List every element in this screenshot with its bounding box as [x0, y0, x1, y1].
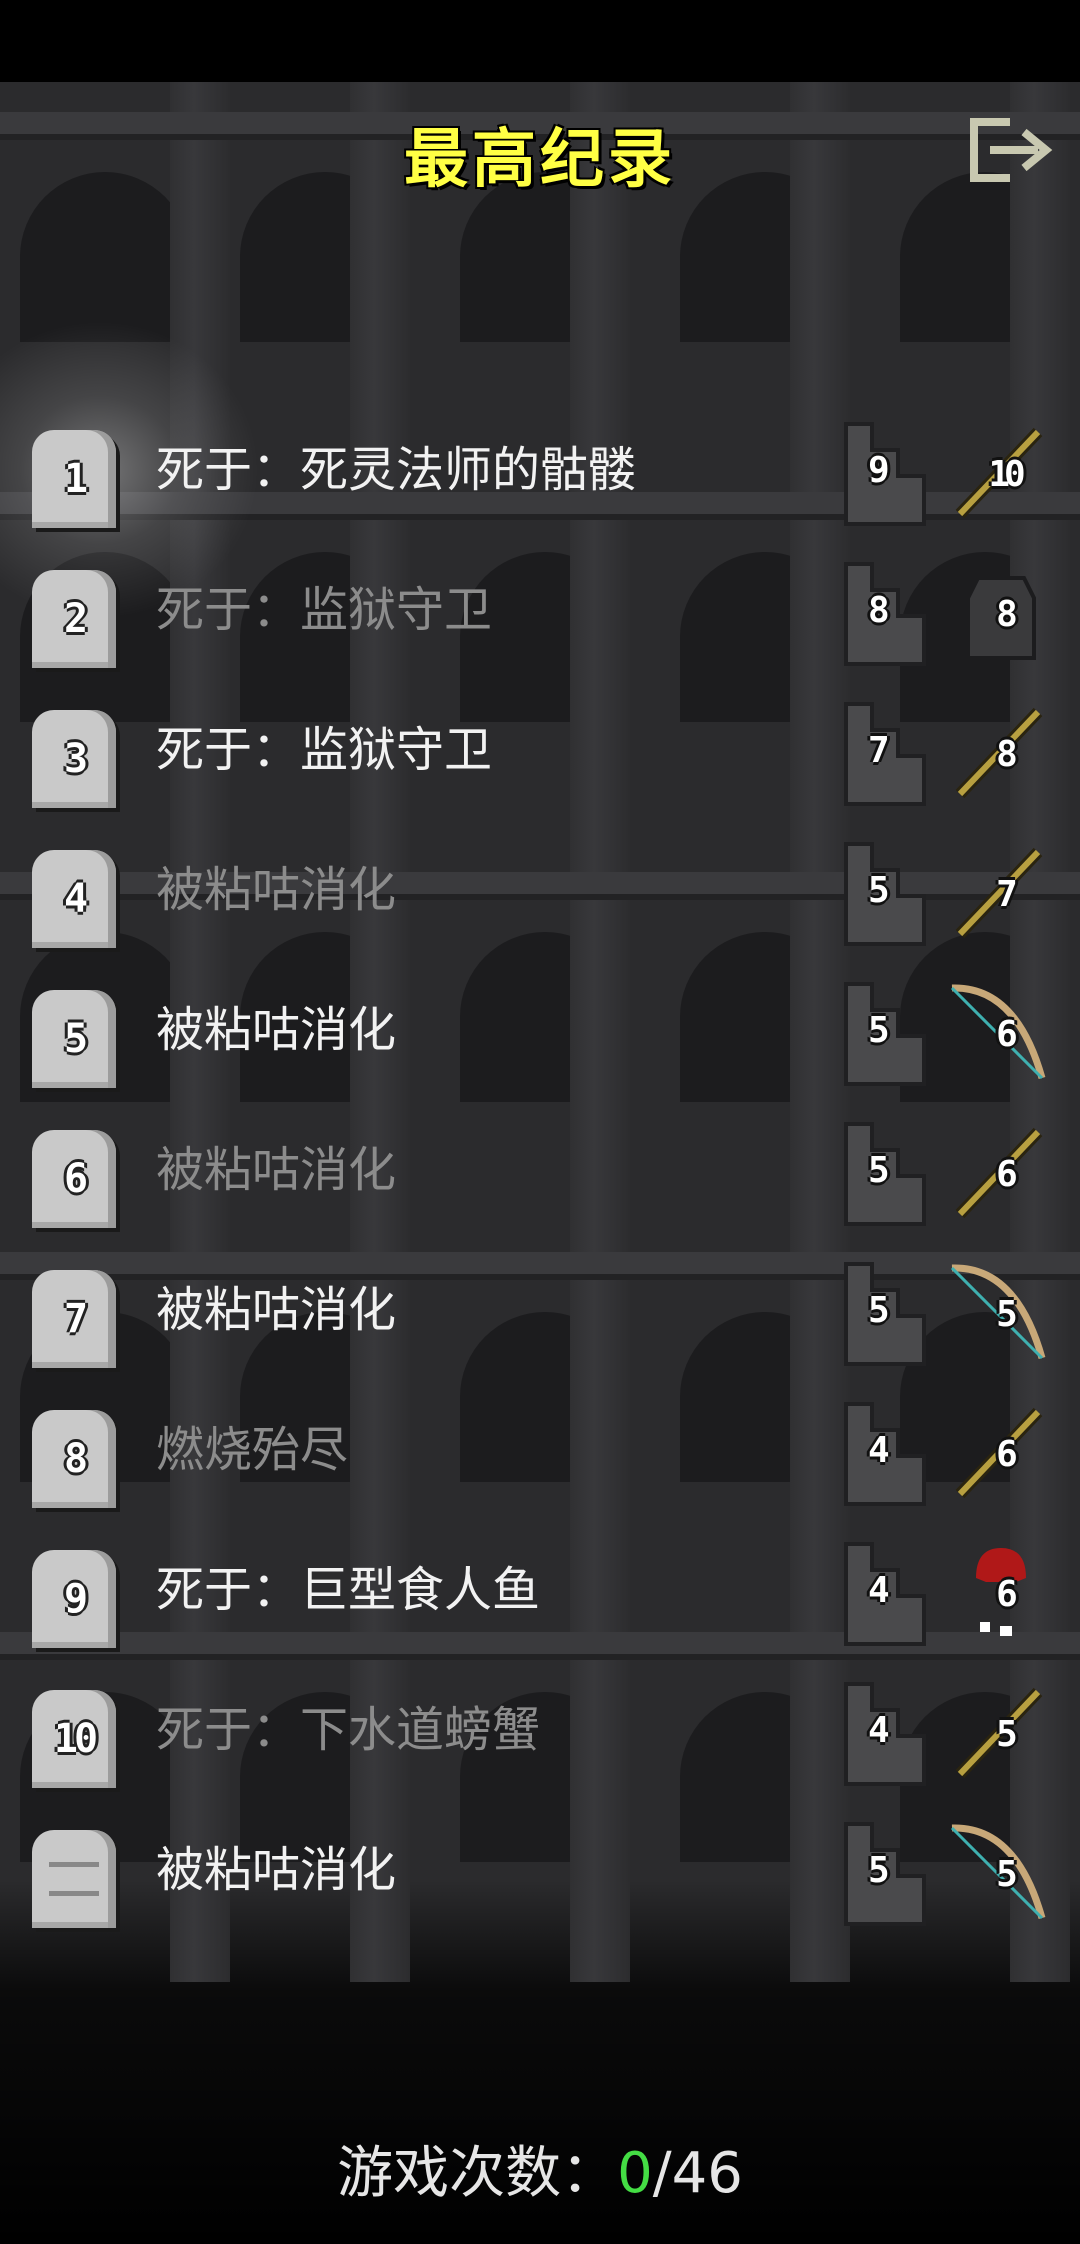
item-level: 5 [996, 1714, 1018, 1755]
item-level: 10 [988, 454, 1025, 495]
depth-icon: 5 [842, 840, 934, 948]
depth-value: 5 [868, 870, 890, 911]
record-row[interactable]: 2 死于：监狱守卫 8 8 [0, 540, 1080, 680]
depth-icon: 5 [842, 1120, 934, 1228]
item-level: 5 [996, 1294, 1018, 1335]
depth-value: 5 [868, 1010, 890, 1051]
depth-value: 5 [868, 1290, 890, 1331]
record-rank: 6 [63, 1156, 88, 1202]
depth-value: 5 [868, 1850, 890, 1891]
depth-value: 5 [868, 1150, 890, 1191]
record-rank: 5 [63, 1016, 88, 1062]
bow-icon: 5 [946, 1818, 1056, 1930]
depth-icon: 7 [842, 700, 934, 808]
record-rank: 1 [63, 456, 88, 502]
depth-icon: 4 [842, 1680, 934, 1788]
wand-icon: 6 [946, 1118, 1056, 1230]
item-level: 7 [996, 874, 1018, 915]
record-rank: 9 [63, 1576, 88, 1622]
item-level: 6 [996, 1434, 1018, 1475]
rankings-screen: 最高纪录 1 死于：死灵法师的骷髅 9 10 2 死于：监狱守卫 8 8 3 死于：监狱守卫 7 8 4… [0, 0, 1080, 2244]
depth-icon: 5 [842, 1820, 934, 1928]
page-title: 最高纪录 [404, 123, 676, 197]
death-cause: 死于：下水道螃蟹 [156, 1702, 541, 1758]
bow-icon: 5 [946, 1258, 1056, 1370]
games-total: /46 [652, 2141, 743, 2206]
depth-value: 4 [868, 1570, 890, 1611]
unranked-mark [49, 1862, 99, 1896]
depth-icon: 4 [842, 1540, 934, 1648]
item-level: 6 [996, 1154, 1018, 1195]
death-cause: 死于：巨型食人鱼 [156, 1562, 541, 1618]
record-row[interactable]: 被粘咕消化 5 5 [0, 1800, 1080, 1940]
record-rank: 10 [53, 1716, 98, 1762]
item-level: 5 [996, 1854, 1018, 1895]
depth-icon: 8 [842, 560, 934, 668]
depth-value: 8 [868, 590, 890, 631]
record-row[interactable]: 4 被粘咕消化 5 7 [0, 820, 1080, 960]
tombstone-icon: 5 [32, 990, 116, 1088]
tombstone-icon: 7 [32, 1270, 116, 1368]
depth-icon: 4 [842, 1400, 934, 1508]
death-cause: 死于：监狱守卫 [156, 722, 493, 778]
death-cause: 被粘咕消化 [156, 1142, 397, 1198]
tombstone-icon: 8 [32, 1410, 116, 1508]
record-row[interactable]: 3 死于：监狱守卫 7 8 [0, 680, 1080, 820]
record-row[interactable]: 7 被粘咕消化 5 5 [0, 1240, 1080, 1380]
armor-icon: 8 [946, 558, 1056, 670]
depth-value: 4 [868, 1710, 890, 1751]
wand-icon: 7 [946, 838, 1056, 950]
item-level: 8 [996, 734, 1018, 775]
death-cause: 被粘咕消化 [156, 1282, 397, 1338]
exit-icon [970, 118, 1053, 182]
death-cause: 被粘咕消化 [156, 862, 397, 918]
record-rank: 4 [63, 876, 88, 922]
games-label: 游戏次数： [337, 2141, 618, 2206]
record-rank: 8 [63, 1436, 88, 1482]
bow-icon: 6 [946, 978, 1056, 1090]
tombstone-icon: 2 [32, 570, 116, 668]
record-row[interactable]: 9 死于：巨型食人鱼 4 6 [0, 1520, 1080, 1660]
tombstone-icon: 10 [32, 1690, 116, 1788]
record-row[interactable]: 8 燃烧殆尽 4 6 [0, 1380, 1080, 1520]
depth-icon: 9 [842, 420, 934, 528]
tombstone-icon: 4 [32, 850, 116, 948]
tombstone-icon: 6 [32, 1130, 116, 1228]
death-cause: 燃烧殆尽 [156, 1422, 349, 1478]
tombstone-icon: 1 [32, 430, 116, 528]
death-cause: 被粘咕消化 [156, 1842, 397, 1898]
record-rank: 3 [63, 736, 88, 782]
record-rank: 7 [63, 1296, 88, 1342]
death-cause: 被粘咕消化 [156, 1002, 397, 1058]
tombstone-icon [32, 1830, 116, 1928]
death-cause: 死于：死灵法师的骷髅 [156, 442, 637, 498]
exit-button[interactable] [966, 116, 1062, 188]
record-row[interactable]: 10 死于：下水道螃蟹 4 5 [0, 1660, 1080, 1800]
death-cause: 死于：监狱守卫 [156, 582, 493, 638]
wand-icon: 8 [946, 698, 1056, 810]
depth-icon: 5 [842, 1260, 934, 1368]
potion-icon: 6 [946, 1538, 1056, 1650]
games-played: 游戏次数：0/46 [0, 2128, 1080, 2209]
depth-value: 7 [868, 730, 890, 771]
item-level: 8 [996, 594, 1018, 635]
wand-icon: 5 [946, 1678, 1056, 1790]
depth-value: 4 [868, 1430, 890, 1471]
wand-icon: 6 [946, 1398, 1056, 1510]
record-rank: 2 [63, 596, 88, 642]
record-row[interactable]: 5 被粘咕消化 5 6 [0, 960, 1080, 1100]
item-level: 6 [996, 1014, 1018, 1055]
tombstone-icon: 9 [32, 1550, 116, 1648]
wand-icon: 10 [946, 418, 1056, 530]
record-row[interactable]: 1 死于：死灵法师的骷髅 9 10 [0, 400, 1080, 540]
depth-value: 9 [868, 450, 890, 491]
record-row[interactable]: 6 被粘咕消化 5 6 [0, 1100, 1080, 1240]
depth-icon: 5 [842, 980, 934, 1088]
tombstone-icon: 3 [32, 710, 116, 808]
item-level: 6 [996, 1574, 1018, 1615]
games-won: 0 [617, 2141, 653, 2206]
